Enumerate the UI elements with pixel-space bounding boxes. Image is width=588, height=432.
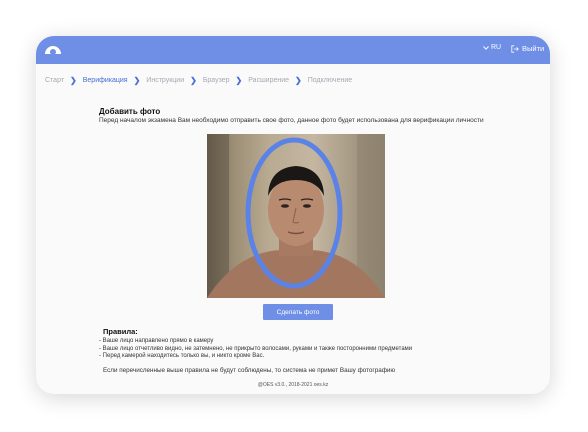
page-title: Добавить фото: [99, 107, 161, 116]
top-bar: RU Выйти: [36, 36, 550, 64]
logout-label: Выйти: [522, 44, 545, 53]
language-selector[interactable]: RU: [483, 44, 501, 51]
list-item: - Ваше лицо направлено прямо в камеру: [99, 338, 214, 344]
footer-copyright: @OES v3.0., 2018-2021 oes.kz: [257, 382, 329, 388]
page-subtitle: Перед началом экзамена Вам необходимо от…: [99, 117, 484, 124]
rules-title: Правила:: [103, 327, 138, 336]
breadcrumb-connection[interactable]: Подключение: [308, 77, 352, 84]
camera-preview: [207, 134, 385, 298]
chevron-right-icon: ❯: [190, 76, 197, 85]
chevron-right-icon: ❯: [133, 76, 141, 85]
language-label: RU: [491, 44, 502, 51]
rules-note: Если перечисленные выше правила не будут…: [103, 367, 396, 374]
logout-button[interactable]: Выйти: [511, 44, 544, 53]
chevron-right-icon: ❯: [70, 76, 77, 85]
breadcrumb-extension[interactable]: Расширение: [248, 77, 289, 84]
take-photo-button[interactable]: Сделать фото: [263, 304, 333, 320]
breadcrumb-start[interactable]: Старт: [45, 77, 64, 84]
breadcrumb-browser[interactable]: Браузер: [203, 77, 230, 84]
list-item: - Перед камерой находитесь только вы, и …: [99, 353, 265, 360]
breadcrumb-verification[interactable]: Верификация: [83, 77, 128, 84]
rules-list: - Ваше лицо направлено прямо в камеру - …: [99, 338, 412, 361]
chevron-right-icon: ❯: [235, 76, 243, 85]
app-window: RU Выйти Старт ❯ Верификация ❯ Инструкци…: [36, 36, 550, 394]
chevron-down-icon: [483, 45, 489, 50]
logout-icon: [511, 44, 519, 53]
eye-logo-icon[interactable]: [44, 42, 62, 56]
chevron-right-icon: ❯: [295, 76, 302, 85]
breadcrumb-instructions[interactable]: Инструкции: [146, 77, 184, 84]
face-photo: [207, 134, 385, 298]
breadcrumb: Старт ❯ Верификация ❯ Инструкции ❯ Брауз…: [45, 76, 352, 85]
